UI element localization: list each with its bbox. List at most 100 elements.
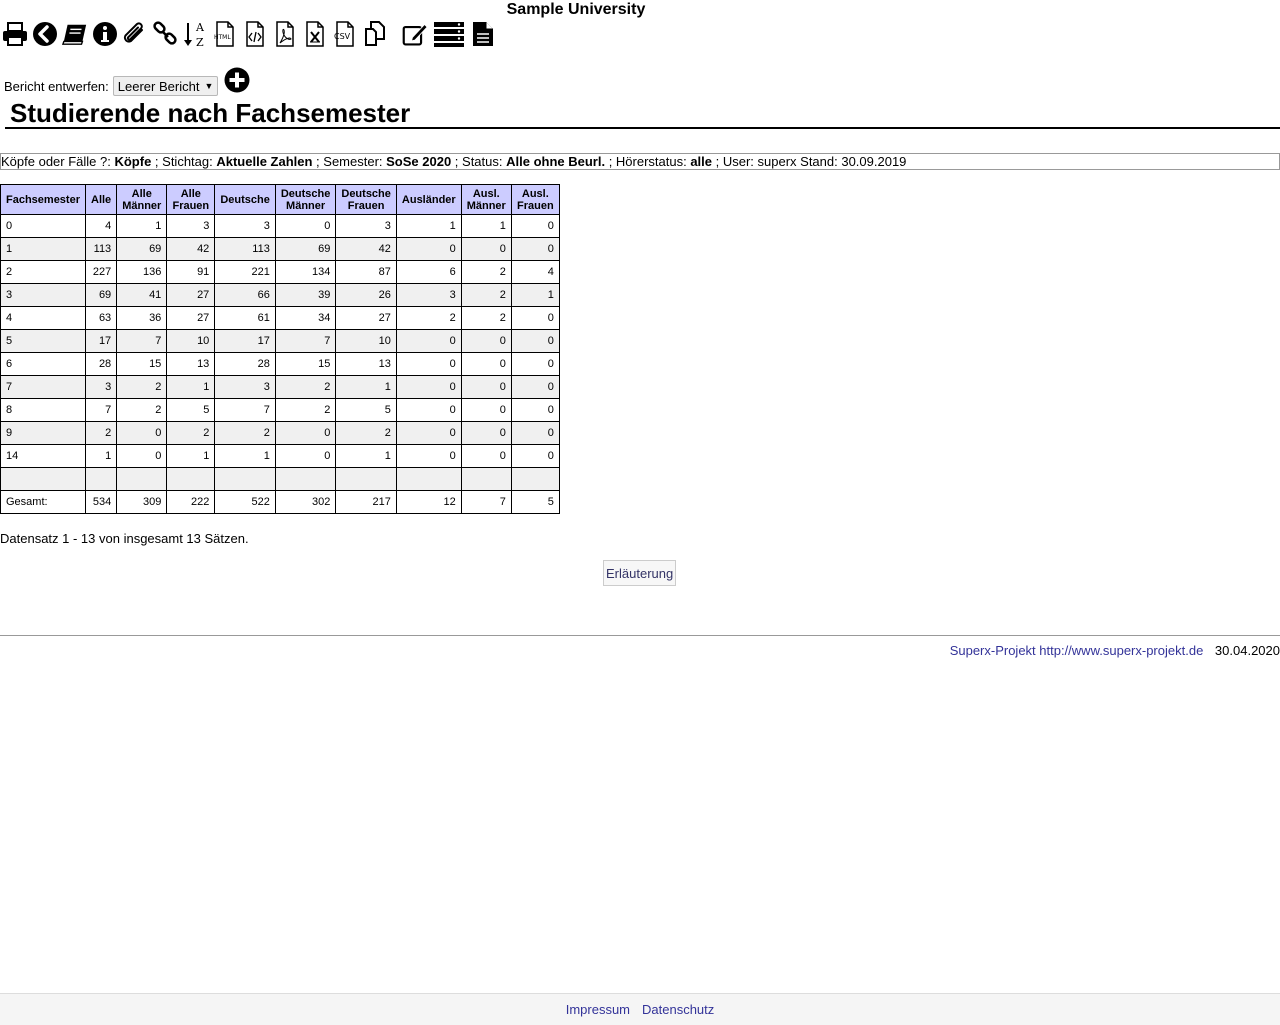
sort-az-icon[interactable]: AZ (182, 20, 208, 48)
table-cell: 10 (166, 329, 216, 353)
column-header-text: Alle (180, 187, 201, 200)
column-header: Deutsche (214, 184, 276, 215)
book-icon[interactable] (62, 20, 88, 48)
table-cell: 3 (84, 375, 118, 399)
bottom-bar: Impressum Datenschutz (0, 993, 1280, 1025)
list-icon[interactable] (432, 20, 466, 48)
paperclip-icon[interactable] (122, 20, 148, 48)
table-cell: 302 (274, 490, 337, 514)
filter-text: ; Semester: (312, 154, 387, 169)
table-cell: 4 (0, 306, 86, 330)
table-row: 6 28 15 13 28 15 13 0 0 0 (0, 352, 560, 376)
table-cell: 0 (395, 398, 462, 422)
table-cell: 2 (116, 398, 168, 422)
table-cell: 1 (510, 283, 560, 307)
table-cell: 0 (460, 444, 512, 468)
pdf-export-icon[interactable] (272, 20, 298, 48)
table-cell: 61 (214, 306, 276, 330)
table-row: 2 227 136 91 221 134 87 6 2 4 (0, 260, 560, 284)
table-cell: 6 (395, 260, 462, 284)
table-cell: 3 (166, 214, 216, 238)
report-select[interactable]: Leerer Bericht ▼ (112, 76, 219, 96)
column-header-text: Alle (131, 187, 152, 200)
table-cell: 0 (274, 214, 337, 238)
table-cell: 26 (335, 283, 397, 307)
table-cell: 221 (214, 260, 276, 284)
table-cell: 1 (460, 214, 512, 238)
table-cell: 134 (274, 260, 337, 284)
table-cell: 3 (395, 283, 462, 307)
column-header-text: Ausl. (521, 187, 549, 200)
report-design-row: Bericht entwerfen: Leerer Bericht ▼ (4, 64, 250, 96)
table-cell: 4 (510, 260, 560, 284)
column-header-text: Männer (466, 199, 506, 212)
column-header-text: Deutsche (341, 187, 391, 200)
table-cell: 2 (166, 421, 216, 445)
table-cell: 2 (395, 306, 462, 330)
back-icon[interactable] (32, 20, 58, 48)
table-cell: 27 (166, 306, 216, 330)
add-report-icon[interactable] (224, 67, 250, 93)
filter-summary: Köpfe oder Fälle ?: Köpfe ; Stichtag: Ak… (0, 153, 1280, 170)
column-header: Deutsche Männer (274, 184, 337, 215)
xml-export-icon[interactable] (242, 20, 268, 48)
table-cell (0, 467, 86, 491)
superx-project-link[interactable]: Superx-Projekt http://www.superx-projekt… (950, 643, 1204, 658)
table-cell: 36 (116, 306, 168, 330)
table-cell: 69 (274, 237, 337, 261)
page-title: Studierende nach Fachsemester (5, 98, 1280, 129)
table-cell: 3 (335, 214, 397, 238)
column-header-text: Frauen (347, 199, 385, 212)
table-cell: 0 (274, 444, 337, 468)
table-cell: 42 (335, 237, 397, 261)
datenschutz-link[interactable]: Datenschutz (642, 1002, 714, 1017)
explanation-button[interactable]: Erläuterung (603, 560, 677, 586)
html-export-icon[interactable]: HTML (212, 20, 238, 48)
table-cell: 2 (214, 421, 276, 445)
edit-icon[interactable] (402, 20, 428, 48)
table-cell: 0 (395, 375, 462, 399)
impressum-link[interactable]: Impressum (566, 1002, 630, 1017)
table-cell: 0 (460, 421, 512, 445)
table-cell: 0 (395, 444, 462, 468)
filter-value: Aktuelle Zahlen (216, 154, 313, 169)
excel-export-icon[interactable] (302, 20, 328, 48)
table-cell: 0 (510, 306, 560, 330)
table-cell: 12 (395, 490, 462, 514)
table-cell: 0 (460, 398, 512, 422)
table-cell: 6 (0, 352, 86, 376)
table-row: 14 1 0 1 1 0 1 0 0 0 (0, 444, 560, 468)
table-cell: 113 (84, 237, 118, 261)
table-cell: 136 (116, 260, 168, 284)
record-count: Datensatz 1 - 13 von insgesamt 13 Sätzen… (0, 531, 249, 546)
copy-icon[interactable] (362, 20, 388, 48)
table-cell: 2 (116, 375, 168, 399)
table-cell: 41 (116, 283, 168, 307)
table-cell: 5 (166, 398, 216, 422)
table-row: 9202202000 (0, 421, 560, 445)
table-cell: 7 (0, 375, 86, 399)
filter-value: Köpfe (114, 154, 152, 169)
table-cell: 3 (0, 283, 86, 307)
table-cell: 17 (214, 329, 276, 353)
csv-export-icon[interactable]: CSV (332, 20, 358, 48)
table-cell (214, 467, 276, 491)
table-cell: 10 (335, 329, 397, 353)
table-cell: 0 (510, 375, 560, 399)
table-cell: 3 (214, 375, 276, 399)
table-cell: 0 (395, 329, 462, 353)
table-cell (335, 467, 397, 491)
table-cell: 2 (460, 306, 512, 330)
table-cell: 28 (84, 352, 118, 376)
table-cell: 28 (214, 352, 276, 376)
document-icon[interactable] (470, 20, 496, 48)
print-icon[interactable] (2, 20, 28, 48)
table-cell: 9 (0, 421, 86, 445)
chevron-down-icon: ▼ (204, 81, 214, 91)
table-cell: 39 (274, 283, 337, 307)
table-cell: 34 (274, 306, 337, 330)
link-icon[interactable] (152, 20, 178, 48)
info-icon[interactable] (92, 20, 118, 48)
table-cell: 15 (116, 352, 168, 376)
column-header-text: Frauen (516, 199, 554, 212)
